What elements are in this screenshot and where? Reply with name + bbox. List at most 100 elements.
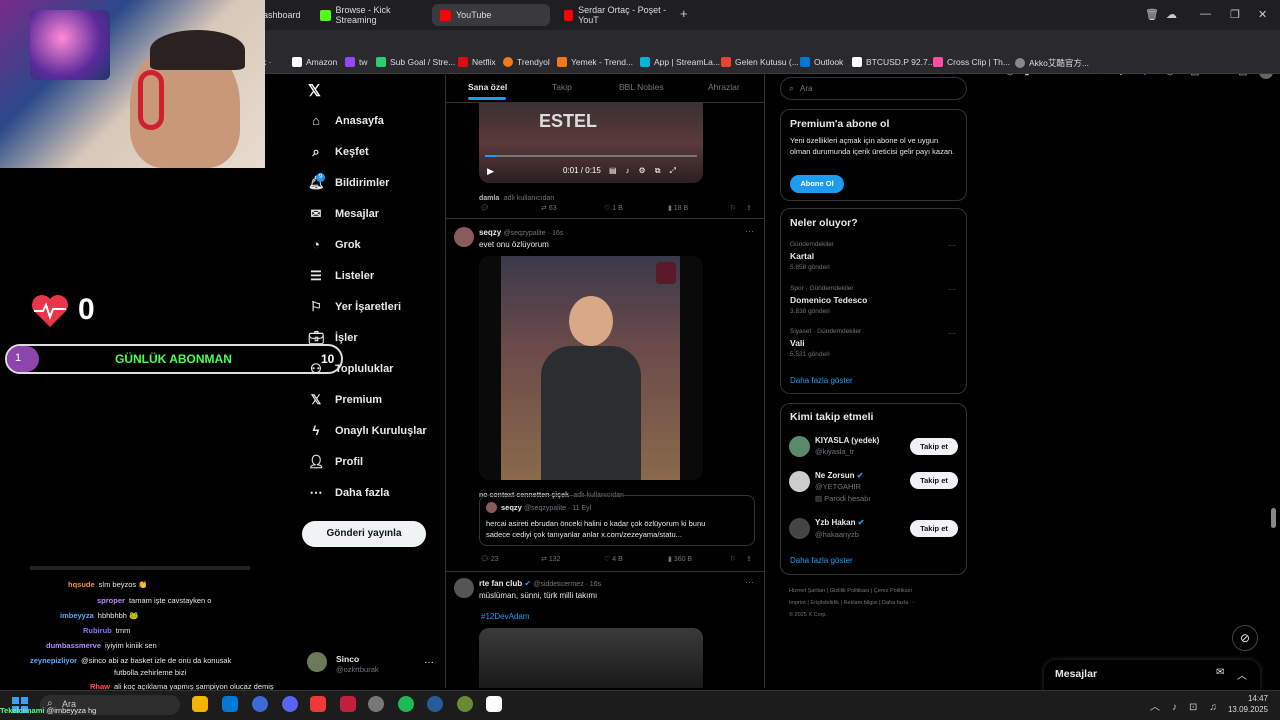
- tab-youtube[interactable]: YouTube: [432, 4, 550, 26]
- follow-button[interactable]: Takip et: [910, 472, 958, 489]
- video-progress[interactable]: [485, 155, 697, 157]
- bookmark-item[interactable]: BTCUSD.P 92.7...: [852, 57, 935, 67]
- reply-button[interactable]: 💬︎ 23: [480, 555, 499, 563]
- bookmark-item[interactable]: Akko艾酷官方...: [1015, 57, 1089, 69]
- vivaldi-icon[interactable]: [310, 696, 326, 712]
- close-button[interactable]: ✕: [1258, 8, 1267, 21]
- app-icon[interactable]: [427, 696, 443, 712]
- trend-item[interactable]: Gündemdekiler Kartal 5.858 gönderi: [790, 241, 834, 271]
- suggest-name[interactable]: KIYASLA (yedek): [815, 436, 879, 445]
- app-icon[interactable]: [457, 696, 473, 712]
- minimize-button[interactable]: —: [1200, 8, 1211, 20]
- avatar[interactable]: [789, 436, 810, 457]
- bookmark-item[interactable]: Cross Clip | Th...: [933, 57, 1010, 67]
- app-icon[interactable]: [486, 696, 502, 712]
- show-more-link[interactable]: Daha fazla göster: [790, 556, 853, 565]
- nav-grok[interactable]: ◔ Grok: [308, 234, 361, 256]
- bookmark-item[interactable]: Amazon: [292, 57, 337, 67]
- nav-home[interactable]: ⌂ Anasayfa: [308, 110, 384, 132]
- more-icon[interactable]: ···: [745, 577, 754, 587]
- file-explorer-icon[interactable]: [192, 696, 208, 712]
- avatar[interactable]: [454, 227, 474, 247]
- account-name[interactable]: Sinco: [336, 654, 359, 664]
- video-player[interactable]: ESTEL ▶ 0:01 / 0:15 ▤♪⚙⧉⤢: [479, 103, 703, 183]
- nav-jobs[interactable]: 💼︎ İşler: [308, 327, 358, 349]
- cloud-icon[interactable]: ☁: [1166, 8, 1177, 21]
- tab-ahrazlar[interactable]: Ahrazlar: [708, 82, 740, 92]
- store-icon[interactable]: [222, 696, 238, 712]
- more-icon[interactable]: ···: [948, 285, 956, 294]
- video-controls-icon[interactable]: ▤♪⚙⧉⤢: [609, 166, 685, 176]
- x-logo-icon[interactable]: 𝕏: [308, 81, 321, 101]
- suggest-name[interactable]: Yzb Hakan ✔: [815, 518, 864, 527]
- avatar[interactable]: [789, 471, 810, 492]
- more-icon[interactable]: ···: [745, 226, 754, 236]
- footer-link[interactable]: Erişilebilirlik: [810, 600, 839, 606]
- bookmark-item[interactable]: Outlook: [800, 57, 843, 67]
- views-button[interactable]: ▮ 360 B: [668, 555, 692, 563]
- spotify-icon[interactable]: [398, 696, 414, 712]
- bookmark-item[interactable]: Sub Goal / Stre...: [376, 57, 455, 67]
- compose-message-icon[interactable]: ✉: [1216, 667, 1224, 678]
- footer-link[interactable]: Reklam bilgisi: [844, 600, 878, 606]
- hashtag-link[interactable]: #12DevAdam: [481, 612, 529, 621]
- follow-button[interactable]: Takip et: [910, 438, 958, 455]
- footer-link[interactable]: Imprint: [789, 600, 806, 606]
- trend-item[interactable]: Spor · Gündemdekiler Domenico Tedesco 3.…: [790, 285, 867, 315]
- trend-item[interactable]: Siyaset · Gündemdekiler Vali 5.531 gönde…: [790, 328, 861, 358]
- play-icon[interactable]: ▶: [487, 166, 494, 177]
- bookmark-icon[interactable]: ⚐: [730, 204, 736, 212]
- subscribe-button[interactable]: Abone Ol: [790, 175, 844, 193]
- post-button[interactable]: Gönderi yayınla: [302, 521, 426, 547]
- repost-button[interactable]: ⇄ 63: [541, 204, 557, 212]
- more-icon[interactable]: ···: [948, 329, 956, 338]
- trash-icon[interactable]: 🗑: [1145, 8, 1159, 21]
- footer-link[interactable]: Gizlilik Politikası: [830, 588, 869, 594]
- tab-serdar[interactable]: Serdar Ortaç - Poşet - YouT: [556, 4, 670, 26]
- system-tray-icons[interactable]: ︿♪⊡♫: [1150, 698, 1229, 713]
- nav-messages[interactable]: ✉ Mesajlar: [308, 203, 379, 225]
- nav-communities[interactable]: ⚇ Topluluklar: [308, 358, 393, 380]
- nav-bookmarks[interactable]: ⚐ Yer İşaretleri: [308, 296, 401, 318]
- account-avatar[interactable]: [307, 652, 327, 672]
- nav-explore[interactable]: ⌕ Keşfet: [308, 141, 368, 163]
- bookmark-item[interactable]: App | StreamLa...: [640, 57, 720, 67]
- quoted-post[interactable]: seqzy @seqzypalite · 11 Eyl hercai asire…: [479, 495, 755, 546]
- app-icon[interactable]: [252, 696, 268, 712]
- search-input[interactable]: ⌕ Ara: [780, 77, 967, 100]
- clock[interactable]: 14:47 13.09.2025: [1226, 694, 1268, 714]
- account-menu-icon[interactable]: ···: [424, 657, 434, 668]
- post-media[interactable]: [479, 628, 703, 688]
- avatar[interactable]: [454, 578, 474, 598]
- nav-lists[interactable]: ☰ Listeler: [308, 265, 374, 287]
- nav-premium[interactable]: 𝕏 Premium: [308, 389, 382, 411]
- bookmark-item[interactable]: Gelen Kutusu (...: [721, 57, 799, 67]
- repost-button[interactable]: ⇄ 132: [541, 555, 561, 563]
- new-tab-button[interactable]: +: [680, 6, 688, 21]
- show-more-link[interactable]: Daha fazla göster: [790, 376, 853, 385]
- tab-for-you[interactable]: Sana özel: [468, 82, 507, 92]
- grok-fab-icon[interactable]: ⊘: [1232, 625, 1258, 651]
- suggest-name[interactable]: Ne Zorsun ✔: [815, 471, 864, 480]
- share-icon[interactable]: ⇪: [746, 555, 752, 563]
- bookmark-item[interactable]: tw: [345, 57, 368, 67]
- post-media[interactable]: [479, 256, 703, 480]
- bookmark-item[interactable]: Trendyol: [503, 57, 550, 67]
- follow-button[interactable]: Takip et: [910, 520, 958, 537]
- reply-icon[interactable]: 💬︎: [480, 204, 489, 212]
- footer-link[interactable]: Hizmet Şartları: [789, 588, 825, 594]
- discord-icon[interactable]: [282, 696, 298, 712]
- bookmark-item[interactable]: Yemek - Trend...: [557, 57, 633, 67]
- like-button[interactable]: ♡ 1 B: [604, 204, 623, 212]
- bookmark-icon[interactable]: ⚐: [730, 555, 736, 563]
- bookmark-item[interactable]: Netflix: [458, 57, 496, 67]
- more-icon[interactable]: ···: [948, 241, 956, 250]
- avatar[interactable]: [789, 518, 810, 539]
- scrollbar-thumb[interactable]: [1271, 508, 1276, 528]
- nav-verified-orgs[interactable]: ϟ Onaylı Kuruluşlar: [308, 420, 427, 442]
- maximize-button[interactable]: ❐: [1230, 8, 1240, 21]
- obs-icon[interactable]: [368, 696, 384, 712]
- expand-icon[interactable]: ︿: [1237, 667, 1247, 682]
- footer-link[interactable]: Çerez Politikası: [874, 588, 912, 594]
- like-button[interactable]: ♡ 4 B: [604, 555, 623, 563]
